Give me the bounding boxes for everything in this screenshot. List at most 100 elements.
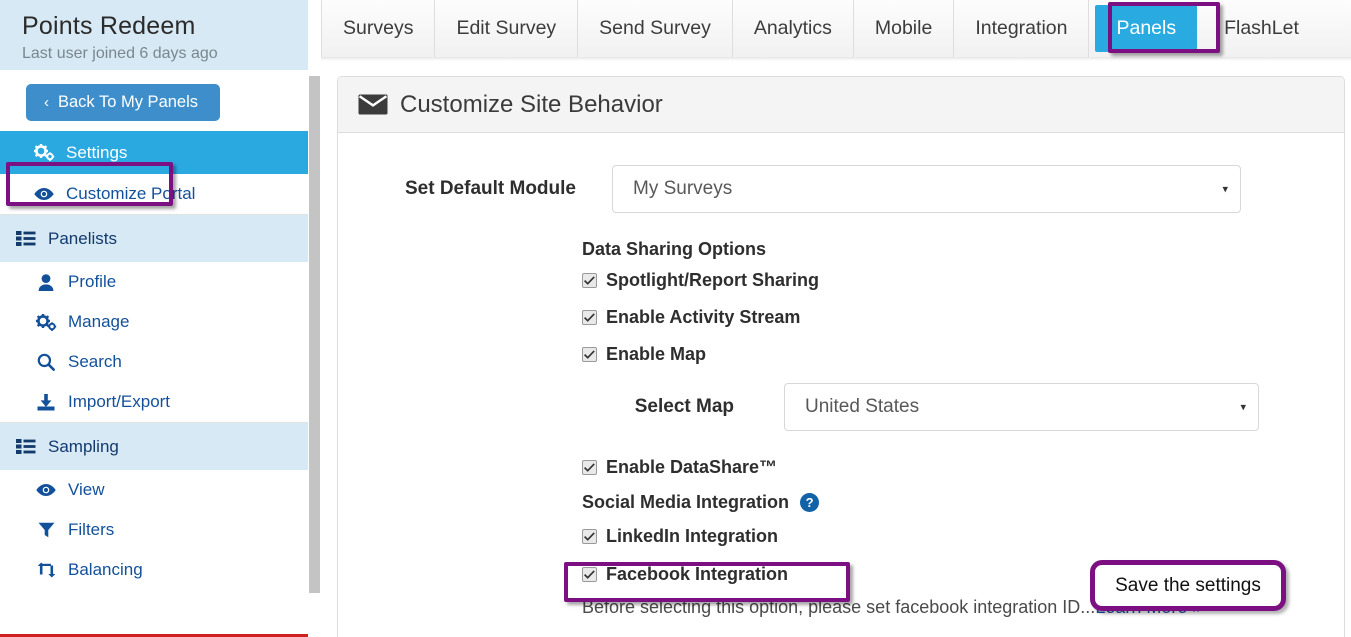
envelope-icon bbox=[358, 94, 388, 115]
checkbox-label: Enable Activity Stream bbox=[606, 307, 801, 327]
sidebar-item-label: Manage bbox=[68, 312, 130, 331]
eye-icon bbox=[34, 483, 58, 497]
checkbox-label: Enable Map bbox=[606, 344, 707, 364]
enable-datashare-checkbox[interactable] bbox=[582, 460, 597, 475]
tab-surveys[interactable]: Surveys bbox=[321, 0, 436, 57]
tab-send-survey[interactable]: Send Survey bbox=[578, 0, 733, 57]
default-module-label: Set Default Module bbox=[404, 178, 576, 199]
back-button-wrap: ‹ Back To My Panels bbox=[0, 70, 308, 131]
enable-activity-stream-row[interactable]: Enable Activity Stream bbox=[582, 307, 1344, 328]
spotlight-report-sharing-row[interactable]: Spotlight/Report Sharing bbox=[582, 270, 1344, 291]
sidebar-item-view[interactable]: View bbox=[0, 470, 308, 510]
tab-label: Send Survey bbox=[599, 17, 711, 39]
checkbox-label: Enable DataShare™ bbox=[606, 457, 778, 477]
question-mark-icon[interactable]: ? bbox=[800, 493, 820, 512]
chevron-down-icon: ▾ bbox=[1240, 401, 1246, 414]
sidebar-item-filters[interactable]: Filters bbox=[0, 510, 308, 550]
back-to-my-panels-button[interactable]: ‹ Back To My Panels bbox=[26, 84, 221, 121]
sidebar-item-label: Profile bbox=[68, 272, 117, 291]
panel-header: Points Redeem Last user joined 6 days ag… bbox=[0, 0, 308, 70]
enable-activity-stream-checkbox[interactable] bbox=[582, 310, 597, 325]
eye-icon bbox=[32, 187, 56, 201]
sidebar-item-label: Import/Export bbox=[68, 392, 171, 411]
download-icon bbox=[34, 393, 58, 411]
sidebar-item-import-export[interactable]: Import/Export bbox=[0, 382, 308, 422]
default-module-row: Set Default Module My Surveys ▾ bbox=[338, 165, 1344, 213]
sidebar: Points Redeem Last user joined 6 days ag… bbox=[0, 0, 308, 637]
sidebar-group-sampling[interactable]: Sampling bbox=[0, 423, 308, 470]
tab-label: FlashLet bbox=[1224, 17, 1299, 39]
social-media-heading-row: Social Media Integration ? bbox=[582, 492, 1344, 513]
sidebar-scrollbar-thumb[interactable] bbox=[309, 76, 320, 593]
card-title: Customize Site Behavior bbox=[400, 90, 663, 118]
checkbox-label: Facebook Integration bbox=[606, 564, 789, 584]
data-sharing-section: Data Sharing Options Spotlight/Report Sh… bbox=[582, 239, 1344, 365]
tab-label: Surveys bbox=[343, 17, 414, 39]
select-map-label: Select Map bbox=[634, 396, 734, 417]
customize-site-behavior-card: Customize Site Behavior Set Default Modu… bbox=[337, 76, 1345, 637]
user-icon bbox=[34, 273, 58, 291]
list-icon bbox=[14, 231, 38, 246]
enable-map-checkbox[interactable] bbox=[582, 347, 597, 362]
sidebar-item-label: Customize Portal bbox=[66, 184, 196, 203]
sidebar-item-label: Filters bbox=[68, 520, 115, 539]
sidebar-item-balancing[interactable]: Balancing bbox=[0, 550, 308, 590]
facebook-note-text: Before selecting this option, please set… bbox=[582, 597, 1096, 617]
sidebar-item-profile[interactable]: Profile bbox=[0, 262, 308, 302]
checkbox-label: Spotlight/Report Sharing bbox=[606, 270, 819, 290]
list-icon bbox=[14, 439, 38, 454]
gears-icon bbox=[34, 313, 58, 331]
data-sharing-heading: Data Sharing Options bbox=[582, 239, 767, 259]
sidebar-group-label: Panelists bbox=[48, 228, 117, 248]
annotation-callout-save-settings: Save the settings bbox=[1090, 560, 1286, 611]
sidebar-item-customize-portal[interactable]: Customize Portal bbox=[0, 174, 308, 214]
gears-icon bbox=[32, 144, 56, 161]
sidebar-item-search[interactable]: Search bbox=[0, 342, 308, 382]
tab-bar-shadow bbox=[321, 57, 1351, 61]
callout-text: Save the settings bbox=[1115, 574, 1261, 596]
sidebar-item-label: Balancing bbox=[68, 560, 143, 579]
facebook-integration-checkbox[interactable] bbox=[582, 567, 597, 582]
tab-flashlet[interactable]: FlashLet bbox=[1203, 0, 1320, 57]
panel-title: Points Redeem bbox=[22, 12, 196, 40]
checkbox-label: LinkedIn Integration bbox=[606, 526, 779, 546]
magnifier-icon bbox=[34, 353, 58, 371]
tab-integration[interactable]: Integration bbox=[954, 0, 1090, 57]
tab-panels[interactable]: Panels bbox=[1095, 5, 1198, 52]
sidebar-item-settings[interactable]: Settings bbox=[0, 131, 308, 174]
social-media-heading: Social Media Integration bbox=[582, 492, 790, 512]
main-tab-bar: Surveys Edit Survey Send Survey Analytic… bbox=[321, 0, 1351, 58]
tab-label: Panels bbox=[1116, 17, 1177, 39]
select-map-value: United States bbox=[805, 396, 920, 417]
enable-datashare-row[interactable]: Enable DataShare™ bbox=[582, 457, 1344, 478]
chevron-down-icon: ▾ bbox=[1222, 183, 1228, 196]
sidebar-item-label: Settings bbox=[66, 142, 128, 162]
tab-analytics[interactable]: Analytics bbox=[733, 0, 854, 57]
linkedin-integration-checkbox[interactable] bbox=[582, 529, 597, 544]
sidebar-item-label: Search bbox=[68, 352, 122, 371]
chevron-left-icon: ‹ bbox=[44, 94, 49, 111]
select-map-select[interactable]: United States ▾ bbox=[784, 383, 1259, 431]
sidebar-item-manage[interactable]: Manage bbox=[0, 302, 308, 342]
card-header: Customize Site Behavior bbox=[338, 77, 1344, 133]
tab-mobile[interactable]: Mobile bbox=[854, 0, 955, 57]
linkedin-integration-row[interactable]: LinkedIn Integration bbox=[582, 526, 1344, 547]
exchange-icon bbox=[34, 562, 58, 578]
enable-map-row[interactable]: Enable Map bbox=[582, 344, 1344, 365]
default-module-value: My Surveys bbox=[633, 178, 733, 199]
funnel-icon bbox=[34, 522, 58, 538]
sidebar-group-panelists[interactable]: Panelists bbox=[0, 215, 308, 262]
app-root: Points Redeem Last user joined 6 days ag… bbox=[0, 0, 1351, 637]
tab-edit-survey[interactable]: Edit Survey bbox=[435, 0, 579, 57]
sidebar-group-label: Sampling bbox=[48, 436, 119, 456]
tab-label: Edit Survey bbox=[456, 17, 557, 39]
tab-label: Analytics bbox=[753, 17, 832, 39]
panel-subtitle: Last user joined 6 days ago bbox=[22, 45, 218, 62]
tab-label: Mobile bbox=[874, 17, 933, 39]
default-module-select[interactable]: My Surveys ▾ bbox=[612, 165, 1241, 213]
select-map-row: Select Map United States ▾ bbox=[624, 383, 1344, 431]
spotlight-report-sharing-checkbox[interactable] bbox=[582, 273, 597, 288]
tab-label: Integration bbox=[975, 17, 1068, 39]
sidebar-item-label: View bbox=[68, 480, 105, 499]
back-button-label: Back To My Panels bbox=[58, 93, 199, 111]
